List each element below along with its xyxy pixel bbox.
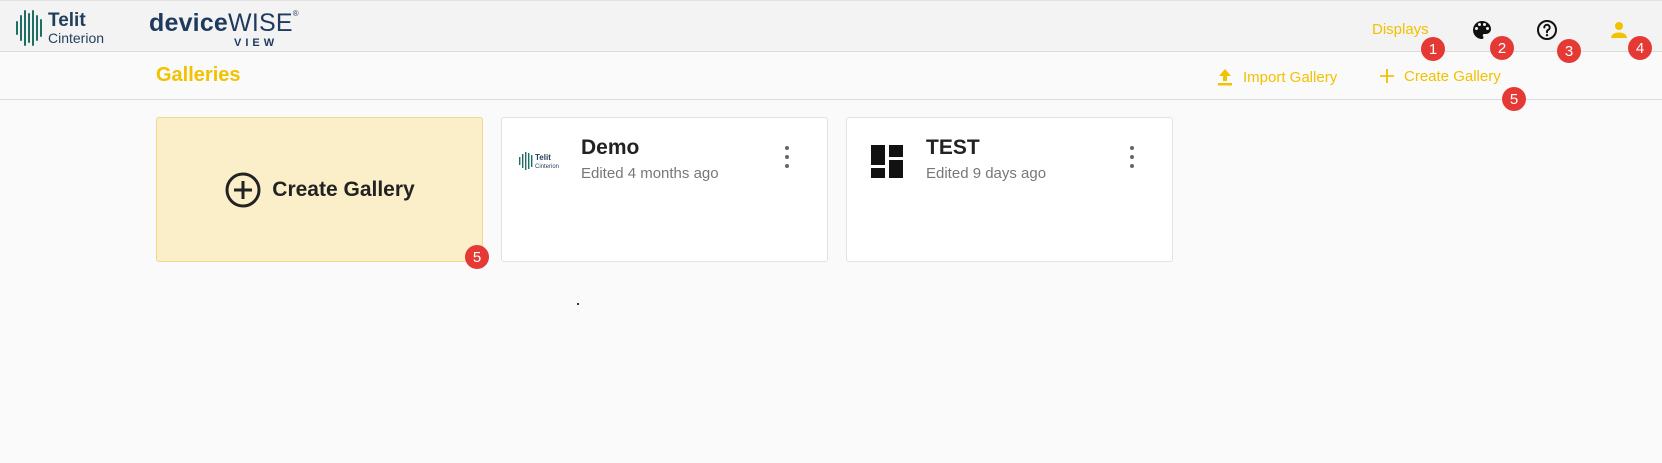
annotation-badge: 2 (1490, 36, 1514, 60)
page-title: Galleries (156, 64, 241, 86)
more-vert-icon[interactable] (1127, 146, 1137, 168)
annotation-badge: 5 (1502, 87, 1526, 111)
plus-icon (1380, 69, 1394, 83)
account-icon[interactable] (1606, 17, 1632, 43)
brand-primary: Telit (48, 10, 86, 31)
svg-text:Cinterion: Cinterion (535, 164, 559, 170)
gallery-title: TEST (926, 136, 980, 159)
svg-text:Telit: Telit (535, 153, 551, 162)
add-circle-icon (225, 172, 261, 207)
create-gallery-card-label: Create Gallery (272, 177, 415, 201)
create-gallery-button[interactable]: Create Gallery (1378, 67, 1501, 85)
gallery-edited: Edited 4 months ago (581, 165, 719, 182)
annotation-badge: 3 (1557, 39, 1581, 63)
help-icon[interactable] (1534, 17, 1560, 43)
import-gallery-label: Import Gallery (1243, 68, 1338, 86)
telit-logo-thumbnail: Telit Cinterion (518, 140, 566, 182)
gallery-edited: Edited 9 days ago (926, 165, 1047, 182)
telit-cinterion-logo[interactable]: Telit Cinterion (16, 9, 104, 47)
product-subtitle: VIEW (234, 37, 279, 49)
devicewise-view-logo[interactable]: deviceWISE® VIEW (149, 9, 299, 49)
import-gallery-button[interactable]: Import Gallery (1215, 67, 1337, 87)
telit-bars-icon (16, 10, 42, 46)
gallery-title: Demo (581, 136, 640, 159)
product-name-bold: device (149, 9, 229, 37)
product-name-light: WISE (228, 9, 293, 37)
registered-mark: ® (292, 9, 299, 18)
nav-displays-link[interactable]: Displays (1372, 21, 1429, 38)
upload-icon (1218, 69, 1232, 86)
top-app-bar: Telit Cinterion deviceWISE® VIEW Display… (0, 0, 1662, 52)
create-gallery-card[interactable]: Create Gallery (156, 117, 483, 262)
more-vert-icon[interactable] (782, 146, 792, 168)
dashboard-icon (863, 140, 911, 182)
gallery-card-test[interactable]: TEST Edited 9 days ago (846, 117, 1173, 262)
brand-secondary: Cinterion (48, 30, 105, 46)
annotation-badge: 5 (465, 245, 489, 269)
gallery-card-demo[interactable]: Telit Cinterion Demo Edited 4 months ago (501, 117, 828, 262)
annotation-badge: 4 (1628, 36, 1652, 60)
create-gallery-label: Create Gallery (1404, 67, 1501, 85)
stray-dot (577, 303, 579, 305)
annotation-badge: 1 (1421, 37, 1445, 61)
palette-icon[interactable] (1469, 17, 1495, 43)
